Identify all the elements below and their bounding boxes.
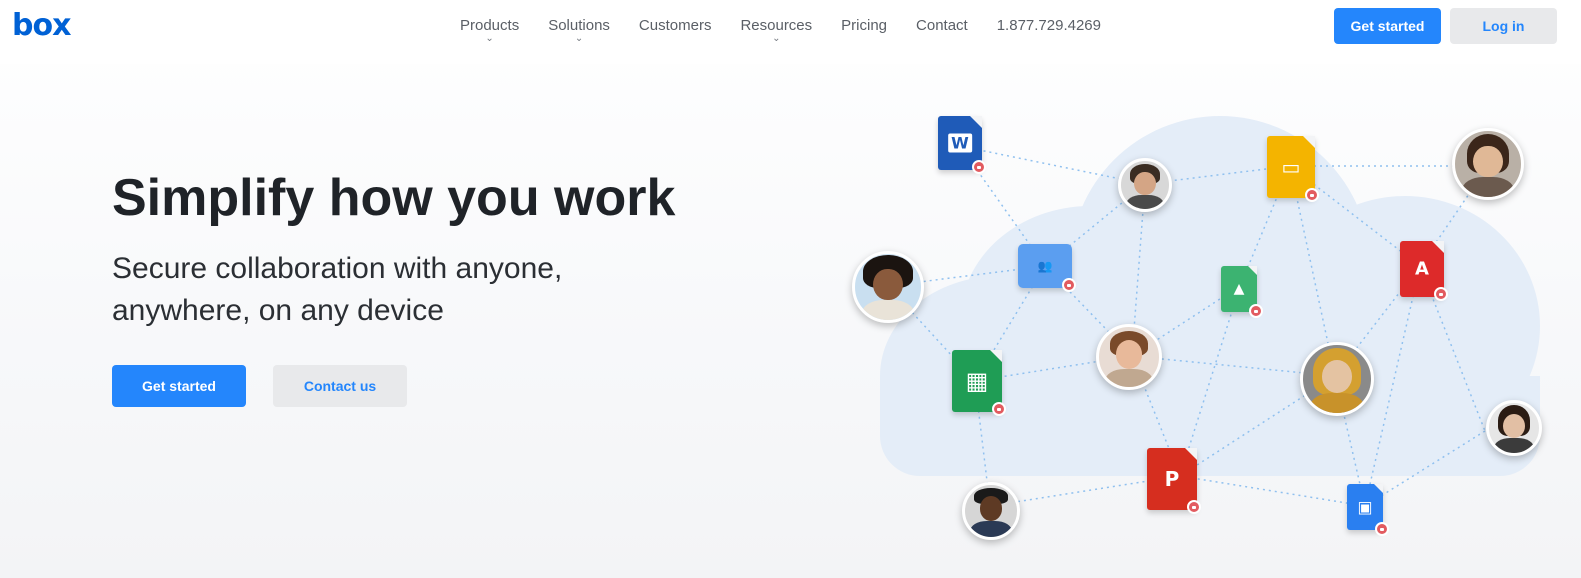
file-fold <box>1185 448 1197 460</box>
hero-subtitle-line-1: Secure collaboration with anyone, <box>112 252 563 285</box>
avatar-face <box>979 496 1003 522</box>
lock-icon <box>1434 287 1448 301</box>
slides-glyph: ▭ <box>1281 155 1301 179</box>
hero-title: Simplify how you work <box>112 169 676 227</box>
pdf-file-icon: A <box>1400 241 1448 301</box>
nav-resources[interactable]: Resources ⌄ <box>740 0 812 54</box>
nav-solutions-label: Solutions <box>548 17 610 34</box>
lock-icon <box>992 402 1006 416</box>
word-glyph: W <box>948 133 972 153</box>
avatar-body <box>861 300 915 320</box>
lock-icon <box>972 160 986 174</box>
file-fold <box>990 350 1002 362</box>
pdf-glyph: A <box>1415 258 1429 280</box>
avatar-face <box>1115 340 1143 369</box>
nav-contact-label: Contact <box>916 17 968 34</box>
avatar-woman-headscarf <box>1300 342 1374 416</box>
keynote-glyph: ▣ <box>1357 497 1373 517</box>
chevron-down-icon: ⌄ <box>485 33 494 44</box>
nav-solutions[interactable]: Solutions ⌄ <box>548 0 610 54</box>
slides-file-icon: ▭ <box>1267 136 1319 202</box>
main-nav: Products ⌄ Solutions ⌄ Customers Resourc… <box>460 0 1130 54</box>
collaboration-illustration: W ▭ 👥 ▲ A ▦ P ▣ <box>840 96 1560 566</box>
folder-icon: 👥 <box>1018 244 1076 292</box>
nav-phone-number[interactable]: 1.877.729.4269 <box>997 0 1101 54</box>
avatar-face <box>873 268 903 301</box>
image-file-icon: ▲ <box>1221 266 1263 318</box>
file-fold <box>1248 266 1257 275</box>
powerpoint-file-icon: P <box>1147 448 1201 514</box>
avatar-woman-curly-hair <box>852 251 924 323</box>
box-logo[interactable]: box <box>12 8 71 43</box>
hero-subtitle-line-2: anywhere, on any device <box>112 294 444 327</box>
avatar-body <box>1461 177 1515 197</box>
nav-products-label: Products <box>460 17 520 34</box>
avatar-face <box>1473 145 1503 178</box>
chevron-down-icon: ⌄ <box>772 33 781 44</box>
header-log-in-button[interactable]: Log in <box>1450 8 1557 44</box>
avatar-face <box>1134 171 1156 195</box>
sheets-glyph: ▦ <box>965 367 989 395</box>
hero-contact-us-button[interactable]: Contact us <box>273 365 407 407</box>
sheets-file-icon: ▦ <box>952 350 1006 416</box>
keynote-file-icon: ▣ <box>1347 484 1389 536</box>
avatar-man-beard <box>1118 158 1172 212</box>
nav-customers-label: Customers <box>638 17 712 34</box>
hero-subtitle: Secure collaboration with anyone, anywhe… <box>112 248 632 332</box>
avatar-face <box>1322 359 1352 393</box>
header-get-started-button[interactable]: Get started <box>1334 8 1441 44</box>
folder-glyph: 👥 <box>1037 259 1053 273</box>
nav-resources-label: Resources <box>740 17 813 34</box>
nav-pricing[interactable]: Pricing <box>841 0 887 54</box>
word-file-icon: W <box>938 116 986 174</box>
lock-icon <box>1249 304 1263 318</box>
avatar-woman-dark-hair <box>1452 128 1524 200</box>
nav-phone-label: 1.877.729.4269 <box>996 17 1101 34</box>
nav-products[interactable]: Products ⌄ <box>460 0 519 54</box>
avatar-body <box>1105 369 1153 387</box>
avatar-body <box>1309 392 1365 413</box>
lock-icon <box>1062 278 1076 292</box>
file-fold <box>970 116 982 128</box>
nav-contact[interactable]: Contact <box>916 0 968 54</box>
nav-pricing-label: Pricing <box>841 17 888 34</box>
chevron-down-icon: ⌄ <box>574 33 584 44</box>
nav-customers[interactable]: Customers <box>639 0 712 54</box>
site-header: box Products ⌄ Solutions ⌄ Customers Res… <box>0 0 1581 64</box>
image-glyph: ▲ <box>1233 281 1245 297</box>
file-fold <box>1432 241 1444 253</box>
lock-icon <box>1305 188 1319 202</box>
avatar-face <box>1503 414 1525 438</box>
avatar-woman-brunette <box>1486 400 1542 456</box>
avatar-man-glasses <box>1096 324 1162 390</box>
lock-icon <box>1187 500 1201 514</box>
powerpoint-glyph: P <box>1164 467 1180 491</box>
file-fold <box>1374 484 1383 493</box>
file-fold <box>1303 136 1315 148</box>
lock-icon <box>1375 522 1389 536</box>
hero-get-started-button[interactable]: Get started <box>112 365 246 407</box>
avatar-man-suit <box>962 482 1020 540</box>
